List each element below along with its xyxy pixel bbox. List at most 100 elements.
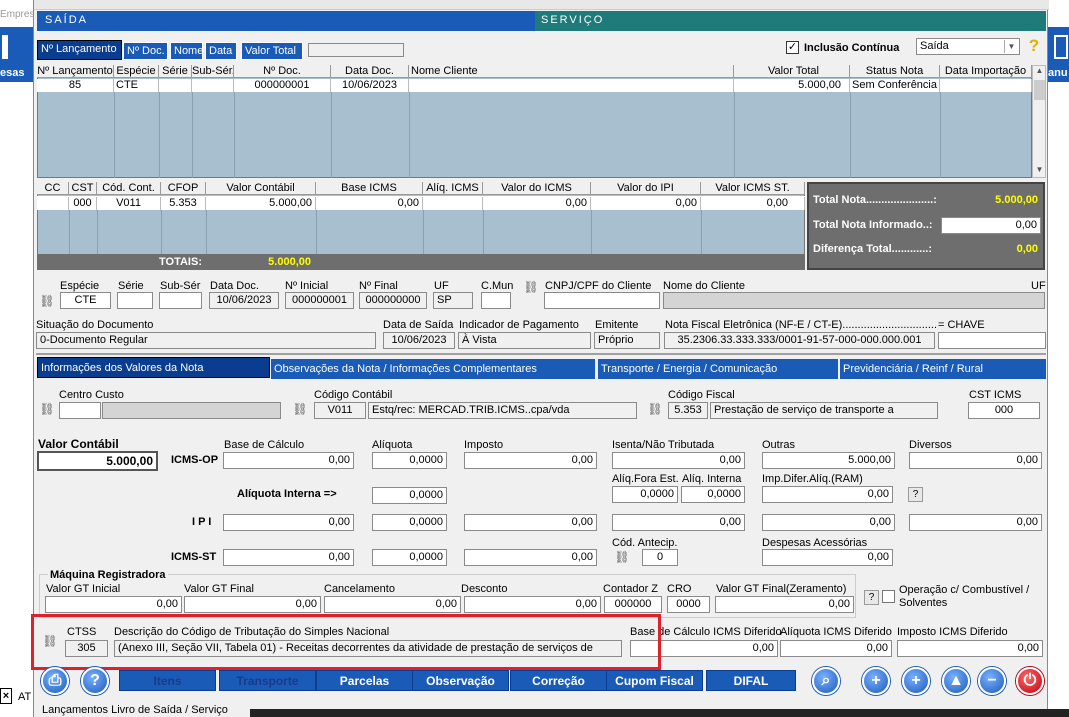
serie-field[interactable]	[117, 292, 153, 309]
nfe-field[interactable]: 35.2306.33.333.333/0001-91-57-000-000.00…	[664, 332, 935, 349]
search-button[interactable]: ⌕	[812, 667, 840, 695]
bg-right-toolbar[interactable]: anu	[1048, 27, 1069, 82]
gt-zeramento-field[interactable]: 0,00	[715, 596, 854, 613]
help-icon[interactable]: ?	[1026, 36, 1042, 56]
total-informado-input[interactable]: 0,00	[941, 217, 1041, 234]
subser-field[interactable]	[159, 292, 202, 309]
icms-op-label: ICMS-OP	[171, 454, 219, 466]
itens-button[interactable]: Itens	[119, 670, 216, 691]
contador-z-field[interactable]: 000000	[604, 596, 662, 613]
st-aliquota-field[interactable]: 0,0000	[372, 549, 447, 566]
remove-button[interactable]: −	[978, 667, 1006, 695]
ipi-imposto-field[interactable]: 0,00	[464, 514, 597, 531]
aliq-fora-field[interactable]: 0,0000	[612, 486, 678, 503]
op-outras-field[interactable]: 5.000,00	[762, 452, 895, 469]
attach-icon[interactable]: ⛓	[647, 402, 663, 416]
ipi-diversos-field[interactable]: 0,00	[909, 514, 1042, 531]
tab-valor-total[interactable]: Valor Total	[241, 42, 303, 60]
inclusao-checkbox[interactable]: ✓	[786, 41, 799, 54]
chevron-up-icon[interactable]: ▲	[1034, 66, 1045, 75]
cod-fiscal-desc[interactable]: Prestação de serviço de transporte a	[710, 402, 938, 419]
aliq-diferido-field[interactable]: 0,00	[780, 640, 892, 657]
op-aliquota-field[interactable]: 0,0000	[372, 452, 447, 469]
n-inicial-field[interactable]: 000000001	[285, 292, 354, 309]
imp-difer-field[interactable]: 0,00	[762, 486, 893, 503]
uf-select[interactable]: SP	[433, 292, 473, 309]
observacao-button[interactable]: Observação	[412, 670, 509, 691]
desconto-field[interactable]: 0,00	[464, 596, 601, 613]
ipi-isenta-field[interactable]: 0,00	[612, 514, 745, 531]
cst-icms-field[interactable]: 000	[968, 402, 1040, 419]
valor-contabil-field[interactable]: 5.000,00	[37, 451, 158, 471]
op-diversos-field[interactable]: 0,00	[909, 452, 1042, 469]
op-isenta-field[interactable]: 0,00	[612, 452, 745, 469]
cupom-fiscal-button[interactable]: Cupom Fiscal	[606, 670, 703, 691]
close-icon[interactable]: ×	[0, 688, 12, 704]
ipi-outras-field[interactable]: 0,00	[762, 514, 895, 531]
ipi-aliquota-field[interactable]: 0,0000	[372, 514, 447, 531]
tab-observacoes[interactable]: Observações da Nota / Informações Comple…	[271, 359, 595, 379]
despesas-field[interactable]: 0,00	[762, 549, 893, 566]
attach-icon[interactable]: ⛓	[39, 294, 55, 308]
op-imposto-field[interactable]: 0,00	[464, 452, 597, 469]
grid1-scrollbar[interactable]: ▲ ▼	[1032, 65, 1046, 178]
add-button[interactable]: +	[902, 667, 930, 695]
combustivel-checkbox[interactable]	[882, 590, 895, 603]
parcelas-button[interactable]: Parcelas	[316, 670, 413, 691]
data-doc-field[interactable]: 10/06/2023	[209, 292, 279, 309]
chevron-down-icon[interactable]: ▼	[1034, 165, 1045, 174]
attach-icon[interactable]: ⛓	[292, 402, 308, 416]
gt-final-field[interactable]: 0,00	[184, 596, 321, 613]
tab-nome[interactable]: Nome	[170, 42, 203, 60]
print-button[interactable]: ⎙	[41, 667, 69, 695]
centro-custo-desc[interactable]	[102, 402, 281, 419]
tab-n-lancamento[interactable]: Nº Lançamento	[37, 40, 122, 60]
difal-button[interactable]: DIFAL	[706, 670, 796, 691]
n-final-field[interactable]: 000000000	[359, 292, 427, 309]
cod-contabil-desc[interactable]: Estq/rec: MERCAD.TRIB.ICMS..cpa/vda	[368, 402, 637, 419]
chevron-down-icon[interactable]: ▼	[1004, 40, 1018, 53]
tab-transporte[interactable]: Transporte / Energia / Comunicação	[598, 359, 838, 379]
cod-antecip-field[interactable]: 0	[642, 549, 678, 566]
cnpj-field[interactable]	[544, 292, 660, 309]
st-base-field[interactable]: 0,00	[223, 549, 354, 566]
nome-cliente-field[interactable]	[663, 292, 1045, 309]
tab-previdenciaria[interactable]: Previdenciária / Reinf / Rural	[840, 359, 1046, 379]
scroll-thumb[interactable]	[1034, 80, 1045, 100]
help-button[interactable]: ?	[81, 667, 109, 695]
op-base-field[interactable]: 0,00	[223, 452, 354, 469]
imp-diferido-field[interactable]: 0,00	[897, 640, 1043, 657]
aliq-interna-field[interactable]: 0,0000	[372, 487, 447, 504]
help-button[interactable]: ?	[864, 590, 879, 605]
help-button[interactable]: ?	[908, 487, 923, 502]
correcao-button[interactable]: Correção	[510, 670, 607, 691]
cmun-field[interactable]	[481, 292, 511, 309]
gt-inicial-field[interactable]: 0,00	[45, 596, 182, 613]
situacao-select[interactable]: 0-Documento Regular	[36, 332, 376, 349]
indicador-select[interactable]: À Vista	[458, 332, 591, 349]
power-button[interactable]: ⏻	[1016, 667, 1044, 695]
tab-n-doc[interactable]: Nº Doc.	[123, 42, 168, 60]
cancelamento-field[interactable]: 0,00	[324, 596, 461, 613]
search-input[interactable]	[308, 43, 404, 57]
attach-icon[interactable]: ⛓	[523, 280, 539, 294]
cod-fiscal-field[interactable]: 5.353	[668, 402, 708, 419]
emitente-select[interactable]: Próprio	[594, 332, 660, 349]
transporte-button[interactable]: Transporte	[219, 670, 316, 691]
ipi-base-field[interactable]: 0,00	[223, 514, 354, 531]
attach-icon[interactable]: ⛓	[614, 550, 630, 564]
chave-field[interactable]	[938, 332, 1046, 349]
tab-data[interactable]: Data	[205, 42, 237, 60]
bg-left-toolbar[interactable]: esas	[0, 27, 33, 82]
add-new-button[interactable]: +	[862, 667, 890, 695]
cro-field[interactable]: 0000	[667, 596, 710, 613]
attach-icon[interactable]: ⛓	[39, 402, 55, 416]
cod-contabil-field[interactable]: V011	[314, 402, 366, 419]
especie-field[interactable]: CTE	[60, 292, 111, 309]
centro-custo-field[interactable]	[59, 402, 101, 419]
aliq-interna2-field[interactable]: 0,0000	[681, 486, 745, 503]
data-saida-field[interactable]: 10/06/2023	[383, 332, 455, 349]
st-imposto-field[interactable]: 0,00	[464, 549, 597, 566]
tab-valores[interactable]: Informações dos Valores da Nota	[37, 357, 270, 378]
up-button[interactable]: ▲	[942, 667, 970, 695]
